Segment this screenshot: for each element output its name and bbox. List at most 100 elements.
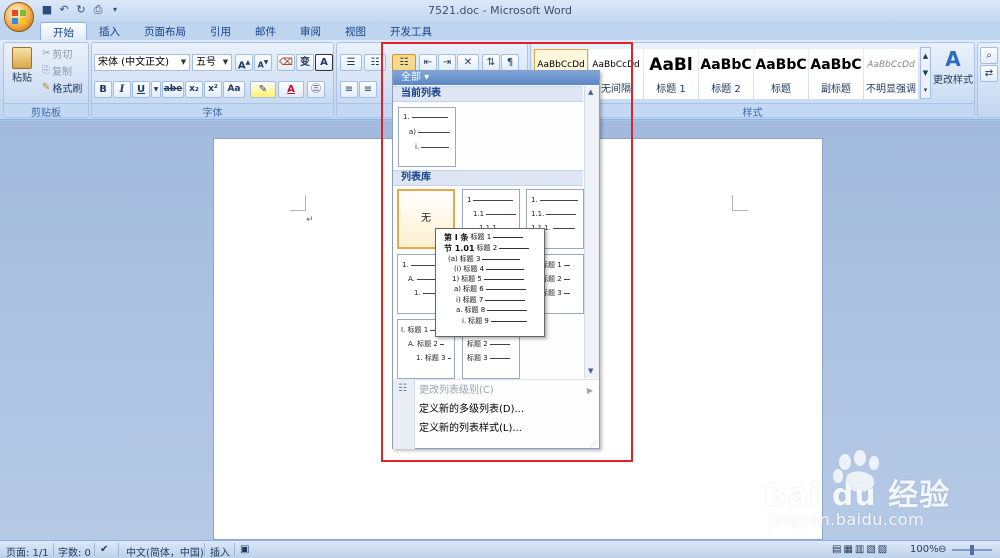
tab-insert[interactable]: 插入 bbox=[87, 22, 132, 41]
define-list-style-item[interactable]: 定义新的列表样式(L)... bbox=[393, 419, 599, 438]
underline-dropdown-icon[interactable]: ▼ bbox=[151, 81, 161, 98]
font-size-select[interactable]: 五号 ▼ bbox=[192, 54, 232, 71]
list-library-header: 列表库 bbox=[393, 170, 583, 186]
crop-mark bbox=[732, 195, 748, 211]
replace-icon[interactable]: ⇄ bbox=[980, 65, 998, 82]
change-list-level-item[interactable]: 更改列表级别(C) ▶ bbox=[393, 381, 599, 400]
multilevel-list-icon[interactable]: ☷ bbox=[392, 54, 416, 71]
style-title[interactable]: AaBbC 标题 bbox=[754, 49, 808, 99]
filter-all-dropdown[interactable]: 全部 ▾ bbox=[393, 71, 599, 85]
zoom-level[interactable]: 100% bbox=[910, 544, 939, 555]
menu-divider bbox=[415, 379, 599, 380]
format-painter-button[interactable]: ✎ 格式刷 bbox=[42, 79, 82, 96]
office-logo-icon bbox=[12, 10, 26, 24]
scissors-icon: ✂ bbox=[42, 48, 51, 59]
tab-page-layout[interactable]: 页面布局 bbox=[132, 22, 198, 41]
tab-developer[interactable]: 开发工具 bbox=[378, 22, 444, 41]
change-case-button[interactable]: Aa bbox=[223, 81, 245, 98]
find-icon[interactable]: ⌕ bbox=[980, 47, 998, 64]
char-border-button[interactable]: A bbox=[315, 54, 333, 71]
tab-view[interactable]: 视图 bbox=[333, 22, 378, 41]
brush-icon: ✎ bbox=[42, 82, 51, 93]
crop-mark bbox=[290, 195, 306, 211]
tab-mailings[interactable]: 邮件 bbox=[243, 22, 288, 41]
format-painter-label: 格式刷 bbox=[52, 84, 83, 95]
align-center-icon[interactable]: ≡ bbox=[359, 81, 377, 98]
grow-font-button[interactable]: A▲ bbox=[235, 54, 253, 71]
tab-references[interactable]: 引用 bbox=[198, 22, 243, 41]
clipboard-group: 粘贴 ✂ 剪切 ⎘ 复制 ✎ 格式刷 剪贴板 bbox=[3, 42, 89, 119]
scroll-down-icon[interactable]: ▼ bbox=[588, 367, 593, 375]
tab-home[interactable]: 开始 bbox=[40, 22, 87, 41]
subscript-button[interactable]: x₂ bbox=[185, 81, 203, 98]
font-size-value: 五号 bbox=[196, 57, 216, 68]
zoom-slider-thumb[interactable] bbox=[970, 545, 974, 555]
tab-review[interactable]: 审阅 bbox=[288, 22, 333, 41]
word-count[interactable]: 字数: 0 bbox=[58, 544, 91, 558]
office-button[interactable] bbox=[4, 2, 34, 32]
editing-group: ⌕ ⇄ bbox=[977, 42, 1000, 118]
chinese-layout-icon[interactable]: ✕ bbox=[457, 54, 479, 71]
scroll-up-icon[interactable]: ▲ bbox=[588, 88, 593, 96]
decrease-indent-icon[interactable]: ⇤ bbox=[419, 54, 437, 71]
change-styles-button[interactable]: A 更改样式 bbox=[933, 47, 973, 99]
clipboard-group-label: 剪贴板 bbox=[4, 103, 88, 119]
strikethrough-button[interactable]: abe bbox=[162, 81, 184, 98]
enclose-char-icon[interactable]: ㊂ bbox=[307, 81, 325, 98]
insert-mode[interactable]: 插入 bbox=[210, 544, 230, 558]
status-bar: 页面: 1/1 字数: 0 ✔ 中文(简体，中国) 插入 ▣ ▤▦▥▧▨ 100… bbox=[0, 540, 1000, 558]
paste-button[interactable]: 粘贴 bbox=[8, 45, 36, 85]
align-left-icon[interactable]: ≡ bbox=[340, 81, 358, 98]
cut-button[interactable]: ✂ 剪切 bbox=[42, 45, 72, 62]
font-name-value: 宋体 (中文正文) bbox=[98, 57, 169, 68]
numbering-icon[interactable]: ☷ bbox=[364, 54, 386, 71]
styles-scroll[interactable]: ▲ ▼ ▾ bbox=[920, 47, 931, 99]
page-count[interactable]: 页面: 1/1 bbox=[6, 544, 49, 558]
define-multilevel-list-item[interactable]: 定义新的多级列表(D)... bbox=[393, 400, 599, 419]
dropdown-scrollbar[interactable]: ▲ ▼ bbox=[584, 86, 599, 378]
underline-button[interactable]: U bbox=[132, 81, 150, 98]
show-marks-icon[interactable]: ¶ bbox=[501, 54, 519, 71]
change-styles-label: 更改样式 bbox=[933, 75, 973, 86]
view-buttons[interactable]: ▤▦▥▧▨ bbox=[832, 544, 889, 555]
italic-button[interactable]: I bbox=[113, 81, 131, 98]
proofing-icon[interactable]: ✔ bbox=[100, 544, 108, 555]
baidu-watermark: Bai du 经验 jingyan.baidu.com bbox=[760, 450, 980, 534]
bullets-icon[interactable]: ☰ bbox=[340, 54, 362, 71]
increase-indent-icon[interactable]: ⇥ bbox=[438, 54, 456, 71]
language-indicator[interactable]: 中文(简体，中国) bbox=[126, 544, 204, 558]
style-heading-2[interactable]: AaBbC 标题 2 bbox=[699, 49, 753, 99]
resize-grip-icon[interactable]: ⋰ bbox=[590, 440, 597, 448]
style-heading-1[interactable]: AaBl 标题 1 bbox=[644, 49, 698, 99]
paragraph-mark-icon: ↵ bbox=[306, 215, 314, 225]
pinyin-button[interactable]: 变 bbox=[296, 54, 314, 71]
change-styles-icon: A bbox=[945, 47, 961, 71]
font-group: 宋体 (中文正文) ▼ 五号 ▼ A▲ A▼ ⌫ 变 A B I U ▼ abe x… bbox=[91, 42, 334, 119]
copy-button[interactable]: ⎘ 复制 bbox=[42, 62, 72, 79]
sort-icon[interactable]: ⇅ bbox=[482, 54, 500, 71]
font-color-button[interactable]: A bbox=[278, 81, 304, 98]
list-preview-tooltip: 第 Ⅰ 条标题 1 节 1.01 标题 2 (a) 标题 3 (i) 标题 4 1) 标… bbox=[435, 228, 545, 337]
paste-label: 粘贴 bbox=[12, 73, 32, 84]
clear-format-icon[interactable]: ⌫ bbox=[277, 54, 295, 71]
copy-label: 复制 bbox=[52, 67, 72, 78]
chevron-down-icon: ▼ bbox=[222, 58, 229, 66]
watermark-url: jingyan.baidu.com bbox=[768, 510, 925, 529]
font-name-select[interactable]: 宋体 (中文正文) ▼ bbox=[94, 54, 190, 71]
window-title: 7521.doc - Microsoft Word bbox=[427, 4, 573, 17]
macro-record-icon[interactable]: ▣ bbox=[240, 544, 249, 555]
current-list-header: 当前列表 bbox=[393, 86, 583, 102]
zoom-out-icon[interactable]: ⊖ bbox=[938, 544, 946, 555]
superscript-button[interactable]: x² bbox=[204, 81, 222, 98]
font-group-label: 字体 bbox=[92, 103, 333, 119]
style-subtitle[interactable]: AaBbC 副标题 bbox=[809, 49, 863, 99]
shrink-font-button[interactable]: A▼ bbox=[254, 54, 272, 71]
chevron-down-icon: ▼ bbox=[180, 58, 187, 66]
current-list-thumb[interactable]: 1. a) i. bbox=[398, 107, 456, 167]
watermark-brand: Bai du 经验 bbox=[764, 478, 951, 513]
copy-icon: ⎘ bbox=[42, 65, 50, 76]
highlight-color-icon[interactable]: ✎ bbox=[250, 81, 276, 98]
bold-button[interactable]: B bbox=[94, 81, 112, 98]
zoom-slider[interactable] bbox=[952, 545, 992, 555]
style-subtle-emphasis[interactable]: AaBbCcDd 不明显强调 bbox=[864, 49, 918, 99]
